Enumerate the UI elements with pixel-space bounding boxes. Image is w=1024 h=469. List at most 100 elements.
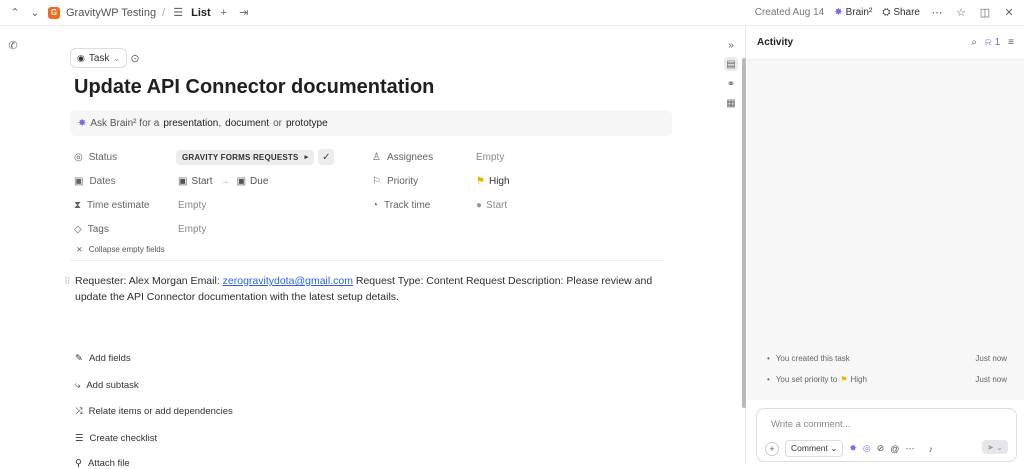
star-icon[interactable]: ☆ <box>954 6 968 20</box>
complete-status-button[interactable]: ✓ <box>318 149 335 165</box>
status-pill[interactable]: GRAVITY FORMS REQUESTS ▸ <box>176 149 315 165</box>
space-avatar: G <box>48 6 60 19</box>
brain-icon: ✸ <box>834 7 843 18</box>
expand-icon[interactable]: » <box>724 38 738 52</box>
track-time-field-label: ◔ Track time <box>372 200 430 211</box>
track-time-value[interactable]: ● Start <box>476 200 507 211</box>
priority-label: Priority <box>386 176 419 187</box>
phone-icon[interactable]: ✆ <box>6 38 20 52</box>
flag-icon: ⚑ <box>840 375 848 384</box>
collapse-empty-fields-button[interactable]: ⨯ Collapse empty fields <box>76 245 165 254</box>
ask-brain-bar[interactable]: ✸ Ask Brain² for a presentation, documen… <box>70 110 672 136</box>
search-icon[interactable]: ⌕ <box>971 37 977 48</box>
apps-icon[interactable]: ▦ <box>724 96 738 110</box>
add-fields-button[interactable]: ✎ Add fields <box>75 353 131 364</box>
add-subtask-button[interactable]: ⤷ Add subtask <box>75 380 139 391</box>
chevron-down-icon: ⌄ <box>830 443 838 453</box>
hourglass-icon: ⧗ <box>74 200 82 211</box>
created-date: Created Aug 14 <box>754 7 825 18</box>
activity-item: • You set priority to ⚑ High Just now <box>767 375 1007 384</box>
chevron-up-icon[interactable]: ⌃ <box>8 6 22 20</box>
notification-button[interactable]: ⍾ 1 <box>985 37 1000 48</box>
task-type-icon: ◉ <box>77 52 85 63</box>
top-bar: ⌃ ⌄ G GravityWP Testing / ☰ List + ⇥ Cre… <box>0 0 1024 26</box>
track-time-start: Start <box>486 200 508 211</box>
more-icon[interactable]: ⋯ <box>930 6 944 20</box>
comment-type-select[interactable]: Comment ⌄ <box>785 440 844 457</box>
caret-right-icon: ▸ <box>304 154 309 161</box>
create-checklist-button[interactable]: ☰ Create checklist <box>75 433 157 444</box>
assignees-value[interactable]: Empty <box>476 152 504 163</box>
time-estimate-value[interactable]: Empty <box>178 200 206 211</box>
comment-input[interactable]: Write a comment... <box>771 419 851 430</box>
comment-icon[interactable]: ▤ <box>724 57 738 71</box>
timer-icon: ◔ <box>372 200 379 211</box>
bullet: • <box>767 375 770 384</box>
brain-option-or: or <box>273 117 282 129</box>
time-estimate-field-label: ⧗ Time estimate <box>74 200 149 211</box>
assignees-field-label: ♙ Assignees <box>372 152 433 163</box>
email-link[interactable]: zerogravitydota@gmail.com <box>223 275 353 287</box>
tag-icon: ◇ <box>74 224 82 235</box>
activity-text: You set priority to <box>775 375 838 384</box>
priority-value[interactable]: ⚑ High <box>476 176 510 187</box>
activity-item: • You created this task Just now <box>767 354 1007 363</box>
comment-box[interactable]: Write a comment... + Comment ⌄ ✸ ◎ ⊘ @ ⋯… <box>756 408 1017 462</box>
brain-button[interactable]: ✸ Brain² <box>834 7 872 18</box>
priority-field-label: ⚐ Priority <box>372 176 418 187</box>
link-icon[interactable]: ⚭ <box>724 77 738 91</box>
close-icon[interactable]: ✕ <box>1002 6 1016 20</box>
brain-icon[interactable]: ✸ <box>849 443 857 454</box>
add-icon[interactable]: + <box>217 6 231 20</box>
arrow-right-icon: → <box>219 176 230 187</box>
page-title[interactable]: Update API Connector documentation <box>74 76 434 99</box>
start-date[interactable]: Start <box>191 176 212 187</box>
attach-icon[interactable]: ⊘ <box>877 443 885 454</box>
mention-icon[interactable]: @ <box>890 444 899 454</box>
action-label: Add fields <box>88 353 131 364</box>
plus-icon[interactable]: + <box>765 441 779 456</box>
task-description[interactable]: Requester: Alex Morgan Email: zerogravit… <box>75 273 665 305</box>
send-button[interactable]: ➤ ⌄ <box>982 440 1008 454</box>
tags-value[interactable]: Empty <box>178 224 206 235</box>
breadcrumb-list[interactable]: List <box>191 7 211 19</box>
action-label: Relate items or add dependencies <box>88 406 233 417</box>
dates-label: Dates <box>89 176 116 187</box>
brain-option-prototype[interactable]: prototype <box>286 118 328 129</box>
share-button[interactable]: ⛭ Share <box>882 7 920 18</box>
brain-option-presentation[interactable]: presentation <box>163 118 218 129</box>
drag-handle-icon[interactable]: ⠿ <box>64 276 71 287</box>
share-icon: ⛭ <box>882 7 891 18</box>
bell-icon: ⍾ <box>984 37 992 48</box>
dates-value[interactable]: ▣ Start → ▣ Due <box>178 176 268 187</box>
calendar-icon: ▣ <box>178 176 188 187</box>
ai-icon[interactable]: ⊙ <box>128 51 142 65</box>
flag-icon: ⚑ <box>476 176 485 187</box>
brain-option-document[interactable]: document <box>225 118 269 129</box>
due-date[interactable]: Due <box>250 176 268 187</box>
more-icon[interactable]: ⋯ <box>905 443 914 454</box>
relate-items-button[interactable]: ⤨ Relate items or add dependencies <box>75 406 233 417</box>
status-field-label: ◎ Status <box>74 152 117 163</box>
tags-field-label: ◇ Tags <box>74 224 109 235</box>
action-label: Create checklist <box>89 433 158 444</box>
activity-panel: Activity ⌕ ⍾ 1 ≡ • You created this task… <box>747 26 1024 464</box>
move-icon[interactable]: ⇥ <box>237 6 251 20</box>
activity-time: Just now <box>975 354 1007 363</box>
scrollbar[interactable] <box>742 58 746 408</box>
comment-type-label: Comment <box>791 443 828 453</box>
status-pill-label: GRAVITY FORMS REQUESTS <box>182 152 299 162</box>
filter-icon[interactable]: ≡ <box>1008 37 1014 48</box>
relation-icon: ⤨ <box>75 406 83 417</box>
task-type-button[interactable]: ◉ Task ⌄ <box>70 48 128 68</box>
breadcrumb-space[interactable]: GravityWP Testing <box>66 7 156 19</box>
brain-icon: ✸ <box>78 117 87 129</box>
mic-icon[interactable]: ♪ <box>928 444 933 454</box>
ai-icon[interactable]: ◎ <box>863 443 871 454</box>
notification-count: 1 <box>994 37 1001 48</box>
layout-icon[interactable]: ◫ <box>978 6 992 20</box>
priority-value-label: High <box>488 176 510 187</box>
chevron-down-icon[interactable]: ⌄ <box>28 6 42 20</box>
status-value[interactable]: GRAVITY FORMS REQUESTS ▸ ✓ <box>176 149 335 165</box>
action-label: Add subtask <box>86 380 139 391</box>
